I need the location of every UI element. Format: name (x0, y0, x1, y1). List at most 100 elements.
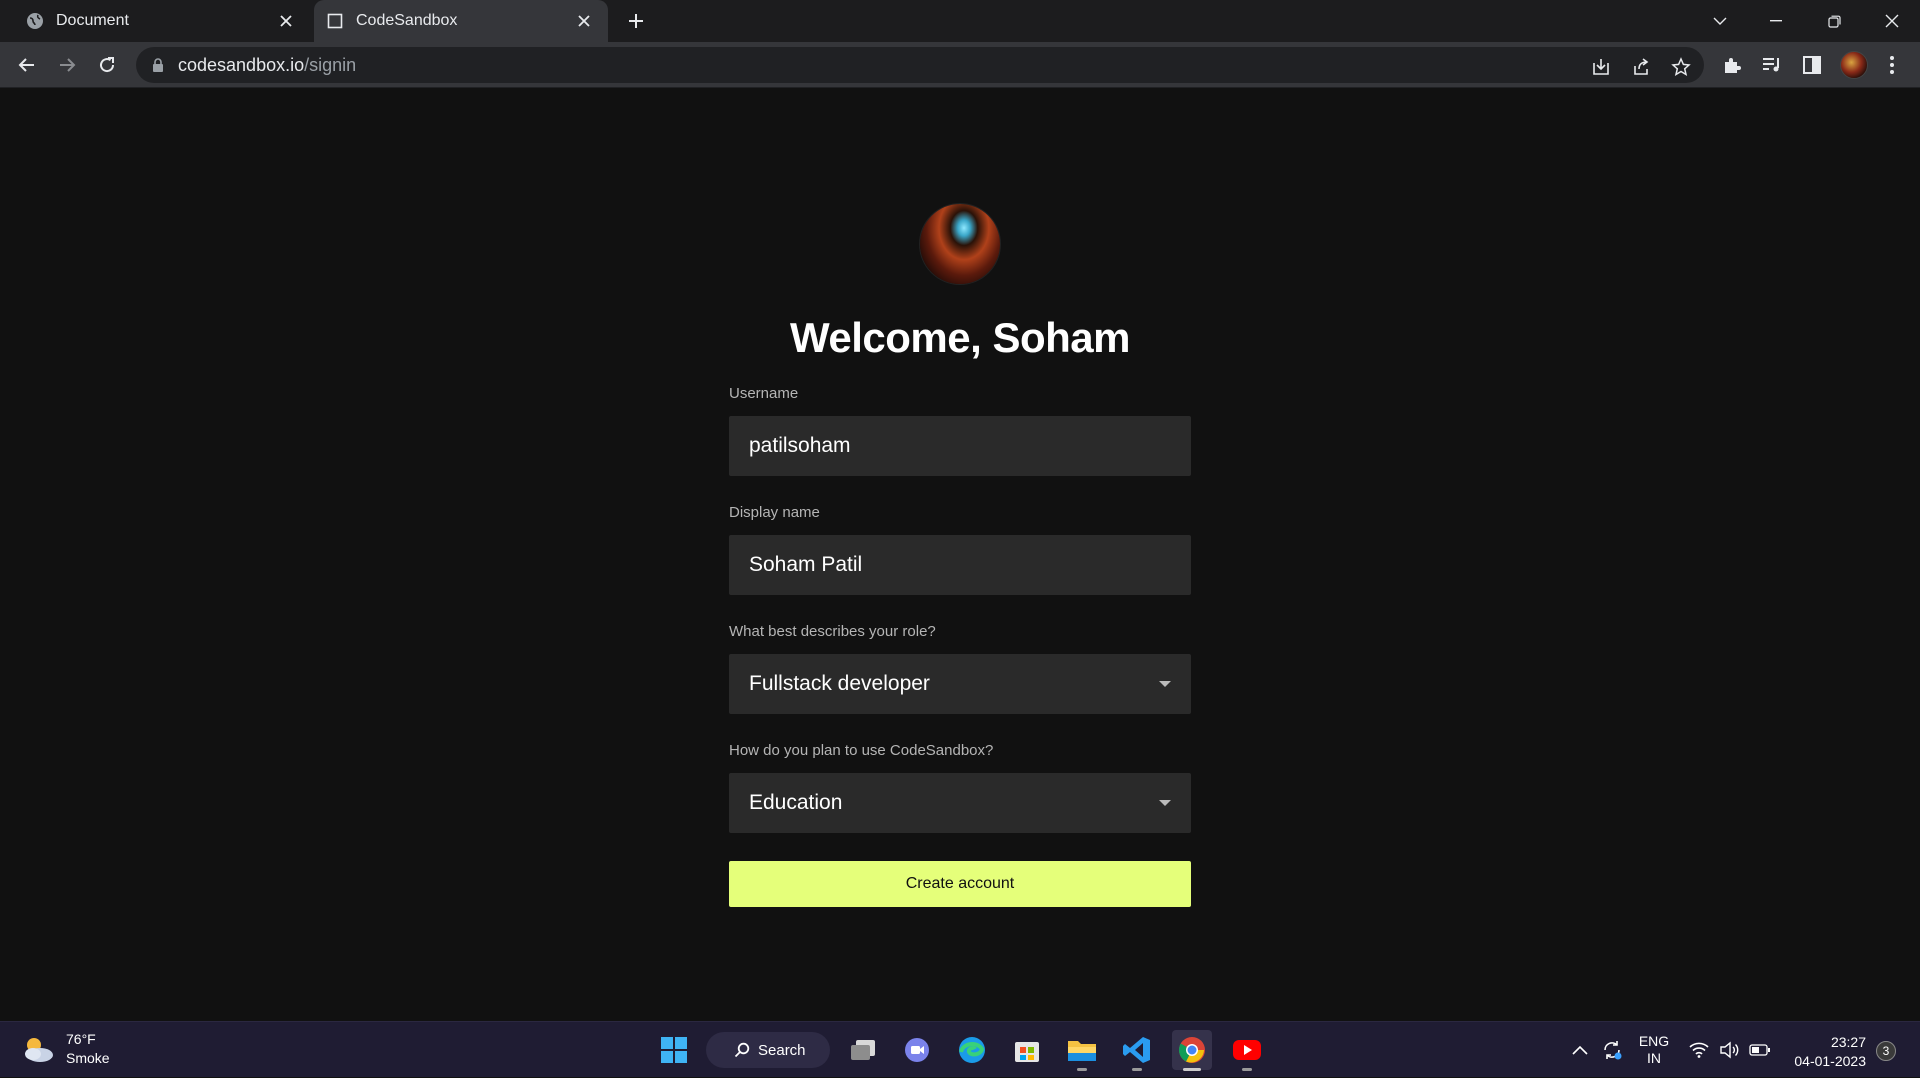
browser-tab-strip: Document CodeSandbox (0, 0, 1920, 42)
vscode-app[interactable] (1117, 1030, 1157, 1071)
windows-taskbar: 76°F Smoke Search ENG IN 23:27 04-01-202… (0, 1021, 1920, 1077)
weather-temp: 76°F (66, 1031, 96, 1047)
edge-icon (959, 1037, 985, 1063)
close-tab-icon[interactable] (574, 11, 594, 31)
chevron-down-icon (1713, 17, 1727, 25)
reload-button[interactable] (93, 51, 121, 79)
role-select-value: Fullstack developer (749, 672, 930, 695)
running-indicator (1132, 1068, 1142, 1071)
signup-form: Username patilsoham Display name Soham P… (729, 385, 1191, 907)
volume-status[interactable] (1716, 1022, 1742, 1078)
task-view-button[interactable] (843, 1030, 883, 1070)
chat-icon (905, 1038, 929, 1062)
lock-icon (150, 57, 166, 73)
close-icon (1885, 14, 1899, 28)
username-label: Username (729, 385, 799, 402)
tab-title: CodeSandbox (356, 12, 458, 29)
side-panel-icon[interactable] (1800, 53, 1824, 77)
media-queue-icon[interactable] (1760, 53, 1784, 77)
square-icon (326, 12, 344, 30)
back-button[interactable] (13, 51, 41, 79)
folder-icon (1068, 1041, 1096, 1061)
weather-widget[interactable]: 76°F Smoke (20, 1030, 110, 1068)
install-app-icon[interactable] (1590, 56, 1612, 78)
windows-logo-icon (661, 1037, 687, 1063)
restore-icon (1827, 15, 1841, 28)
start-button[interactable] (654, 1030, 694, 1070)
username-input[interactable]: patilsoham (729, 416, 1191, 476)
tab-document[interactable]: Document (10, 0, 310, 42)
page-title: Welcome, Soham (790, 314, 1131, 361)
vscode-icon (1123, 1037, 1150, 1063)
close-tab-icon[interactable] (276, 11, 296, 31)
youtube-icon (1233, 1040, 1261, 1060)
chevron-up-icon (1572, 1045, 1588, 1055)
youtube-app[interactable] (1227, 1030, 1267, 1071)
profile-avatar-small[interactable] (1840, 51, 1868, 79)
task-view-icon (851, 1040, 875, 1060)
kebab-menu-icon[interactable] (1880, 53, 1904, 77)
speaker-icon (1720, 1041, 1739, 1059)
usage-label: How do you plan to use CodeSandbox? (729, 742, 994, 759)
arrow-left-icon (18, 58, 34, 72)
role-label: What best describes your role? (729, 623, 936, 640)
search-label: Search (758, 1041, 806, 1059)
edge-app[interactable] (952, 1030, 992, 1070)
microsoft-store-app[interactable] (1007, 1030, 1047, 1070)
teams-chat-app[interactable] (897, 1030, 937, 1070)
running-indicator (1242, 1068, 1252, 1071)
display-name-input[interactable]: Soham Patil (729, 535, 1191, 595)
display-name-label: Display name (729, 504, 820, 521)
notification-badge[interactable]: 3 (1876, 1041, 1896, 1061)
wifi-status[interactable] (1686, 1022, 1712, 1078)
system-clock[interactable]: 23:27 04-01-2023 (1782, 1033, 1866, 1071)
weather-desc: Smoke (66, 1050, 110, 1066)
forward-button[interactable] (53, 51, 81, 79)
role-select[interactable]: Fullstack developer (729, 654, 1191, 714)
bookmark-star-icon[interactable] (1670, 56, 1692, 78)
url-path: /signin (304, 54, 357, 75)
url-text: codesandbox.io/signin (178, 55, 356, 76)
battery-status[interactable] (1746, 1022, 1774, 1078)
globe-icon (26, 12, 44, 30)
weather-text: 76°F Smoke (66, 1030, 110, 1068)
tab-search-button[interactable] (1692, 0, 1748, 42)
share-icon[interactable] (1630, 56, 1652, 78)
close-window-button[interactable] (1864, 0, 1920, 42)
clock-time: 23:27 (1830, 1034, 1866, 1050)
language-code: ENG (1638, 1033, 1670, 1049)
plus-icon (629, 14, 643, 28)
tab-codesandbox[interactable]: CodeSandbox (314, 0, 608, 42)
display-name-group: Display name Soham Patil (729, 504, 1191, 595)
new-tab-button[interactable] (624, 9, 648, 33)
tab-title: Document (56, 12, 129, 29)
url-host: codesandbox.io (178, 54, 305, 75)
browser-toolbar: codesandbox.io/signin (0, 42, 1920, 88)
usage-group: How do you plan to use CodeSandbox? Educ… (729, 742, 1191, 833)
sync-status-button[interactable] (1598, 1022, 1626, 1078)
show-hidden-icons-button[interactable] (1568, 1022, 1592, 1078)
chrome-icon (1178, 1037, 1205, 1063)
chrome-app[interactable] (1172, 1030, 1212, 1071)
taskbar-search[interactable]: Search (706, 1032, 830, 1068)
sync-icon (1604, 1041, 1622, 1060)
user-avatar (920, 204, 1000, 284)
minimize-button[interactable] (1748, 0, 1804, 42)
restore-button[interactable] (1806, 0, 1862, 42)
address-bar[interactable]: codesandbox.io/signin (136, 47, 1704, 83)
file-explorer-app[interactable] (1062, 1030, 1102, 1071)
language-indicator[interactable]: ENG IN (1636, 1033, 1672, 1067)
running-indicator (1077, 1068, 1087, 1071)
role-group: What best describes your role? Fullstack… (729, 623, 1191, 714)
running-indicator (1183, 1068, 1201, 1071)
extensions-puzzle-icon[interactable] (1720, 53, 1744, 77)
clock-date: 04-01-2023 (1794, 1053, 1866, 1069)
store-icon (1015, 1042, 1039, 1062)
wifi-icon (1689, 1042, 1709, 1058)
caret-down-icon (1159, 681, 1171, 687)
battery-icon (1749, 1044, 1770, 1056)
usage-select-value: Education (749, 791, 843, 814)
create-account-button[interactable]: Create account (729, 861, 1191, 907)
usage-select[interactable]: Education (729, 773, 1191, 833)
username-group: Username patilsoham (729, 385, 1191, 476)
